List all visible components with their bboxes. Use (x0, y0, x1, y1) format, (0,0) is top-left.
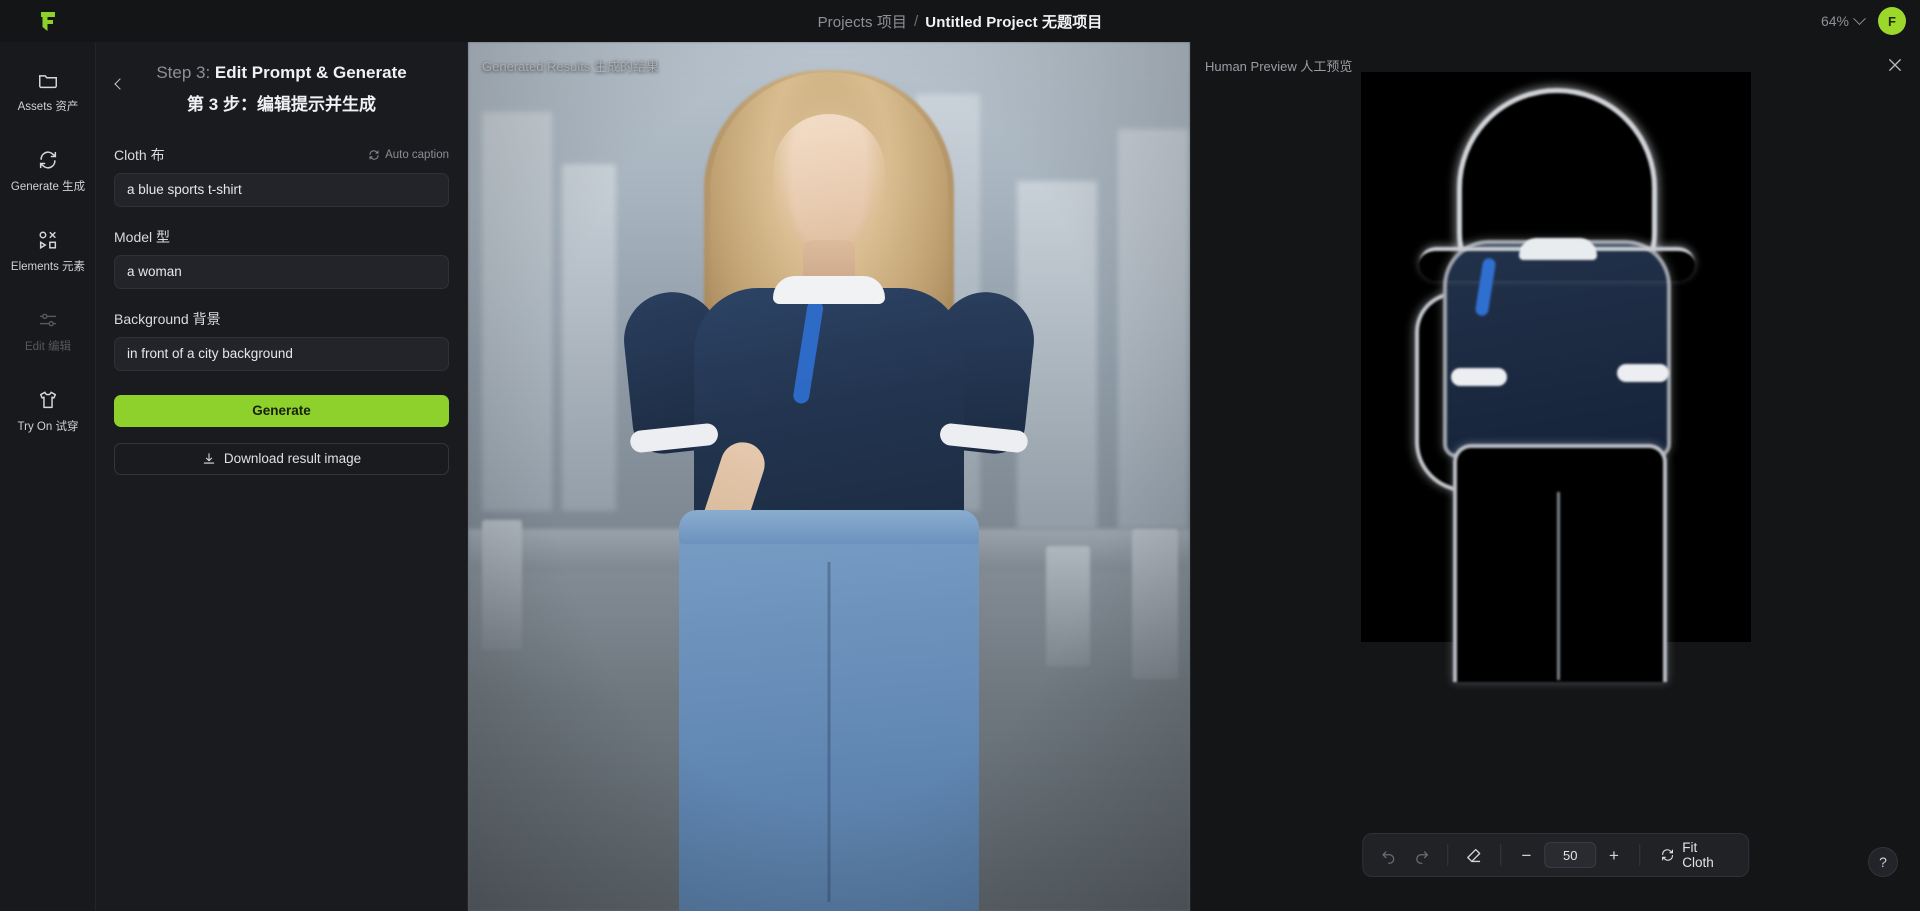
mask-canvas[interactable] (1360, 72, 1751, 682)
refresh-icon (369, 150, 379, 160)
shapes-icon (39, 231, 57, 250)
refresh-icon (39, 151, 57, 169)
redo-icon (1416, 850, 1429, 864)
sidebar-item-generate[interactable]: Generate 生成 (0, 140, 96, 204)
field-cloth: Cloth 布 Auto caption (114, 145, 449, 207)
model-input[interactable] (114, 254, 449, 289)
field-model-header: Model 型 (114, 227, 449, 247)
panel-header: Step 3: Edit Prompt & Generate 第 3 步：编辑提… (96, 42, 467, 115)
minus-icon: − (1521, 845, 1532, 865)
redo-button[interactable] (1406, 840, 1437, 870)
zoom-control[interactable]: 64% (1820, 11, 1866, 29)
close-icon[interactable] (1886, 56, 1904, 74)
cloth-input[interactable] (114, 172, 449, 207)
step-title: Edit Prompt & Generate (214, 63, 407, 82)
human-preview-label: Human Preview 人工预览 (1205, 59, 1353, 74)
download-result-button[interactable]: Download result image (114, 442, 449, 475)
toolbar-divider (1639, 844, 1641, 866)
auto-caption-button[interactable]: Auto caption (368, 149, 449, 161)
sidebar-item-label: Elements 元素 (10, 261, 86, 273)
help-button[interactable]: ? (1868, 847, 1898, 877)
fit-cloth-button[interactable]: Fit Cloth (1651, 840, 1739, 870)
generate-button[interactable]: Generate (114, 394, 449, 427)
sidebar-item-assets[interactable]: Assets 资产 (0, 60, 96, 124)
toolbar-divider (1499, 844, 1501, 866)
brand-logo-icon (41, 12, 55, 31)
sidebar-item-label: Edit 编辑 (24, 341, 71, 353)
folder-icon (39, 75, 57, 89)
sidebar-item-elements[interactable]: Elements 元素 (0, 220, 96, 284)
avatar-initial: F (1888, 13, 1896, 29)
sidebar-item-label: Assets 资产 (17, 101, 79, 113)
chevron-left-icon (114, 78, 126, 90)
breadcrumb-separator: / (914, 12, 919, 30)
sidebar-item-edit: Edit 编辑 (0, 300, 96, 364)
breadcrumb: Projects 项目 / Untitled Project 无题项目 (0, 0, 1920, 42)
mask-toolbar: − + Fit Cloth (1361, 833, 1750, 877)
page-title: Step 3: Edit Prompt & Generate (118, 62, 445, 85)
app-root: Projects 项目 / Untitled Project 无题项目 64% … (0, 0, 1920, 911)
zoom-level-label: 64% (1820, 13, 1849, 29)
sidebar-item-tryon[interactable]: Try On 试穿 (0, 380, 96, 444)
field-model: Model 型 (114, 227, 449, 289)
brush-increase-button[interactable]: + (1598, 840, 1629, 870)
brush-size-input[interactable] (1544, 842, 1597, 868)
field-background-label: Background 背景 (114, 310, 221, 327)
human-preview-pane[interactable]: Human Preview 人工预览 − 50 + Fit Cloth ? (1190, 42, 1920, 911)
brand-logo[interactable] (0, 0, 96, 42)
fit-cloth-label: Fit Cloth (1682, 840, 1714, 870)
breadcrumb-root[interactable]: Projects 项目 (818, 11, 907, 32)
auto-caption-label: Auto caption (385, 148, 449, 161)
breadcrumb-current[interactable]: Untitled Project 无题项目 (925, 11, 1102, 32)
avatar[interactable]: F (1878, 7, 1906, 35)
generated-image (468, 42, 1190, 911)
refresh-icon (1662, 849, 1674, 861)
brush-decrease-button[interactable]: − (1511, 840, 1542, 870)
plus-icon: + (1608, 845, 1619, 865)
generated-results-label: Generated Results 生成的结果 (482, 59, 660, 74)
top-bar-right: 64% F (1821, 0, 1906, 42)
generated-results-pane[interactable]: Generated Results 生成的结果 (468, 42, 1190, 911)
sidebar-item-label: Generate 生成 (10, 181, 86, 193)
undo-icon (1382, 850, 1395, 864)
sidebar-item-label: Try On 试穿 (17, 421, 79, 433)
tshirt-icon (39, 391, 57, 409)
undo-button[interactable] (1373, 840, 1404, 870)
prompt-form: Cloth 布 Auto caption Model 型 (96, 115, 467, 475)
canvas-area: Generated Results 生成的结果 Human Preview 人工… (468, 42, 1920, 911)
field-cloth-header: Cloth 布 Auto caption (114, 145, 449, 165)
left-panel: Step 3: Edit Prompt & Generate 第 3 步：编辑提… (96, 42, 468, 911)
eraser-icon (1467, 848, 1481, 862)
background-input[interactable] (114, 336, 449, 371)
step-title-cn: 第 3 步：编辑提示并生成 (187, 94, 376, 114)
top-bar: Projects 项目 / Untitled Project 无题项目 64% … (0, 0, 1920, 42)
sidebar-rail: Assets 资产 Generate 生成 Elements 元素 Edit 编… (0, 42, 96, 911)
toolbar-divider (1447, 844, 1449, 866)
eraser-button[interactable] (1458, 840, 1489, 870)
help-label: ? (1879, 854, 1887, 870)
download-result-label: Download result image (223, 451, 362, 467)
field-background-header: Background 背景 (114, 309, 449, 329)
back-button[interactable] (110, 74, 130, 94)
step-prefix: Step 3: (156, 63, 211, 82)
sliders-icon (39, 313, 57, 327)
chevron-down-icon (1853, 11, 1866, 25)
field-cloth-label: Cloth 布 (114, 146, 165, 163)
field-model-label: Model 型 (114, 228, 171, 245)
field-background: Background 背景 (114, 309, 449, 371)
download-icon (203, 453, 215, 464)
